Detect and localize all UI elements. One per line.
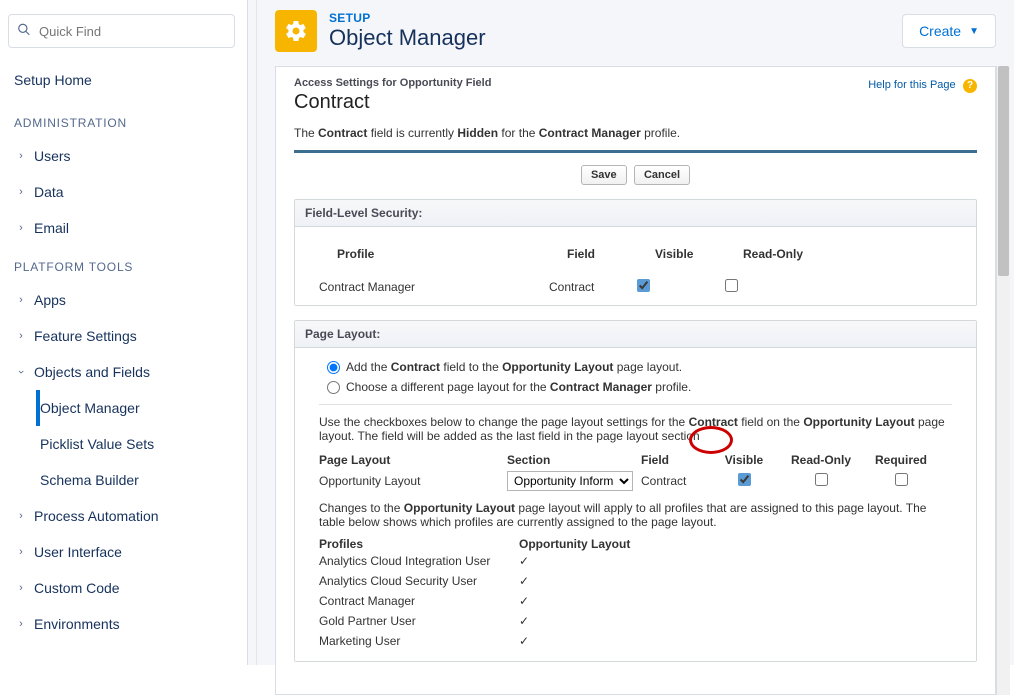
help-link[interactable]: Help for this Page <box>868 79 955 91</box>
nav-users[interactable]: › Users <box>0 138 247 174</box>
nav-objects-and-fields[interactable]: › Objects and Fields <box>0 354 247 390</box>
admin-section-title: ADMINISTRATION <box>0 102 247 138</box>
content-scrollbar[interactable] <box>996 66 1010 695</box>
fls-profile-value: Contract Manager <box>319 280 549 294</box>
create-label: Create <box>919 23 961 39</box>
pl-col-readonly: Read-Only <box>781 453 861 467</box>
pl-field-value: Contract <box>641 474 707 488</box>
save-button[interactable]: Save <box>581 165 627 185</box>
page-header: SETUP Object Manager Create ▼ <box>257 0 1014 66</box>
pl-layout-value: Opportunity Layout <box>319 474 507 488</box>
pl-col-section: Section <box>507 453 641 467</box>
nav-label: Objects and Fields <box>34 364 150 380</box>
search-icon <box>17 23 31 40</box>
nav-label: Process Automation <box>34 508 159 524</box>
nav-object-manager[interactable]: Object Manager <box>36 390 247 426</box>
scroll-thumb[interactable] <box>998 66 1009 276</box>
fls-panel-header: Field-Level Security: <box>295 200 976 227</box>
header-eyebrow: SETUP <box>329 11 486 25</box>
fls-col-readonly: Read-Only <box>743 247 831 261</box>
pl-visible-checkbox[interactable] <box>738 473 751 486</box>
fls-field-value: Contract <box>549 280 637 294</box>
breadcrumb: Access Settings for Opportunity Field <box>294 77 491 89</box>
fls-col-visible: Visible <box>655 247 743 261</box>
fls-panel: Field-Level Security: Profile Field Visi… <box>294 199 977 306</box>
nav-label: Users <box>34 148 71 164</box>
chevron-right-icon: › <box>14 150 28 162</box>
nav-label: Picklist Value Sets <box>40 436 154 452</box>
pl-col-layout: Page Layout <box>319 453 507 467</box>
nav-schema-builder[interactable]: Schema Builder <box>36 462 247 498</box>
quick-find-input[interactable] <box>8 14 235 48</box>
pl-panel-header: Page Layout: <box>295 321 976 348</box>
chevron-down-icon: › <box>15 365 27 379</box>
nav-label: Object Manager <box>40 400 140 416</box>
profile-row: Gold Partner User✓ <box>319 611 952 631</box>
nav-label: Email <box>34 220 69 236</box>
nav-label: Custom Code <box>34 580 120 596</box>
nav-label: Data <box>34 184 64 200</box>
nav-apps[interactable]: › Apps <box>0 282 247 318</box>
radio-add-field[interactable] <box>327 361 340 374</box>
setup-home-link[interactable]: Setup Home <box>0 62 247 98</box>
profile-row: Analytics Cloud Integration User✓ <box>319 551 952 571</box>
chevron-right-icon: › <box>14 294 28 306</box>
cancel-button[interactable]: Cancel <box>634 165 690 185</box>
caret-down-icon: ▼ <box>969 26 979 37</box>
pl-hint: Use the checkboxes below to change the p… <box>319 415 952 443</box>
classic-page-title: Contract <box>294 91 491 114</box>
gear-icon <box>275 10 317 52</box>
setup-sidebar: Setup Home ADMINISTRATION › Users › Data ›… <box>0 0 248 665</box>
profiles-col1: Profiles <box>319 537 519 551</box>
profile-row: Analytics Cloud Security User✓ <box>319 571 952 591</box>
chevron-right-icon: › <box>14 582 28 594</box>
pl-note: Changes to the Opportunity Layout page l… <box>319 501 952 529</box>
fls-col-profile: Profile <box>337 247 567 261</box>
radio-add-label: Add the Contract field to the Opportunit… <box>346 360 682 374</box>
fls-readonly-checkbox[interactable] <box>725 279 738 292</box>
nav-label: Environments <box>34 616 120 632</box>
profile-row: Contract Manager✓ <box>319 591 952 611</box>
pl-col-required: Required <box>861 453 941 467</box>
nav-email[interactable]: › Email <box>0 210 247 246</box>
nav-data[interactable]: › Data <box>0 174 247 210</box>
classic-iframe: Access Settings for Opportunity Field Co… <box>275 66 996 695</box>
sidebar-scrollbar[interactable] <box>248 0 256 665</box>
chevron-right-icon: › <box>14 222 28 234</box>
fls-visible-checkbox[interactable] <box>637 279 650 292</box>
status-line: The Contract field is currently Hidden f… <box>294 126 977 140</box>
nav-label: Feature Settings <box>34 328 137 344</box>
radio-choose-label: Choose a different page layout for the C… <box>346 380 691 394</box>
nav-feature-settings[interactable]: › Feature Settings <box>0 318 247 354</box>
page-layout-panel: Page Layout: Add the Contract field to t… <box>294 320 977 662</box>
chevron-right-icon: › <box>14 330 28 342</box>
chevron-right-icon: › <box>14 186 28 198</box>
radio-choose-layout[interactable] <box>327 381 340 394</box>
pl-readonly-checkbox[interactable] <box>815 473 828 486</box>
help-icon[interactable]: ? <box>963 79 977 93</box>
nav-picklist-value-sets[interactable]: Picklist Value Sets <box>36 426 247 462</box>
chevron-right-icon: › <box>14 618 28 630</box>
section-select[interactable]: Opportunity Information <box>507 471 633 491</box>
profile-row: Marketing User✓ <box>319 631 952 651</box>
chevron-right-icon: › <box>14 546 28 558</box>
nav-process-automation[interactable]: › Process Automation <box>0 498 247 534</box>
chevron-right-icon: › <box>14 510 28 522</box>
nav-custom-code[interactable]: › Custom Code <box>0 570 247 606</box>
pl-col-visible: Visible <box>707 453 781 467</box>
nav-label: User Interface <box>34 544 122 560</box>
create-button[interactable]: Create ▼ <box>902 14 996 48</box>
nav-environments[interactable]: › Environments <box>0 606 247 642</box>
nav-user-interface[interactable]: › User Interface <box>0 534 247 570</box>
nav-label: Schema Builder <box>40 472 139 488</box>
nav-label: Apps <box>34 292 66 308</box>
page-title: Object Manager <box>329 25 486 51</box>
pl-col-field: Field <box>641 453 707 467</box>
platform-section-title: PLATFORM TOOLS <box>0 246 247 282</box>
fls-col-field: Field <box>567 247 655 261</box>
profiles-col2: Opportunity Layout <box>519 537 679 551</box>
pl-required-checkbox[interactable] <box>895 473 908 486</box>
